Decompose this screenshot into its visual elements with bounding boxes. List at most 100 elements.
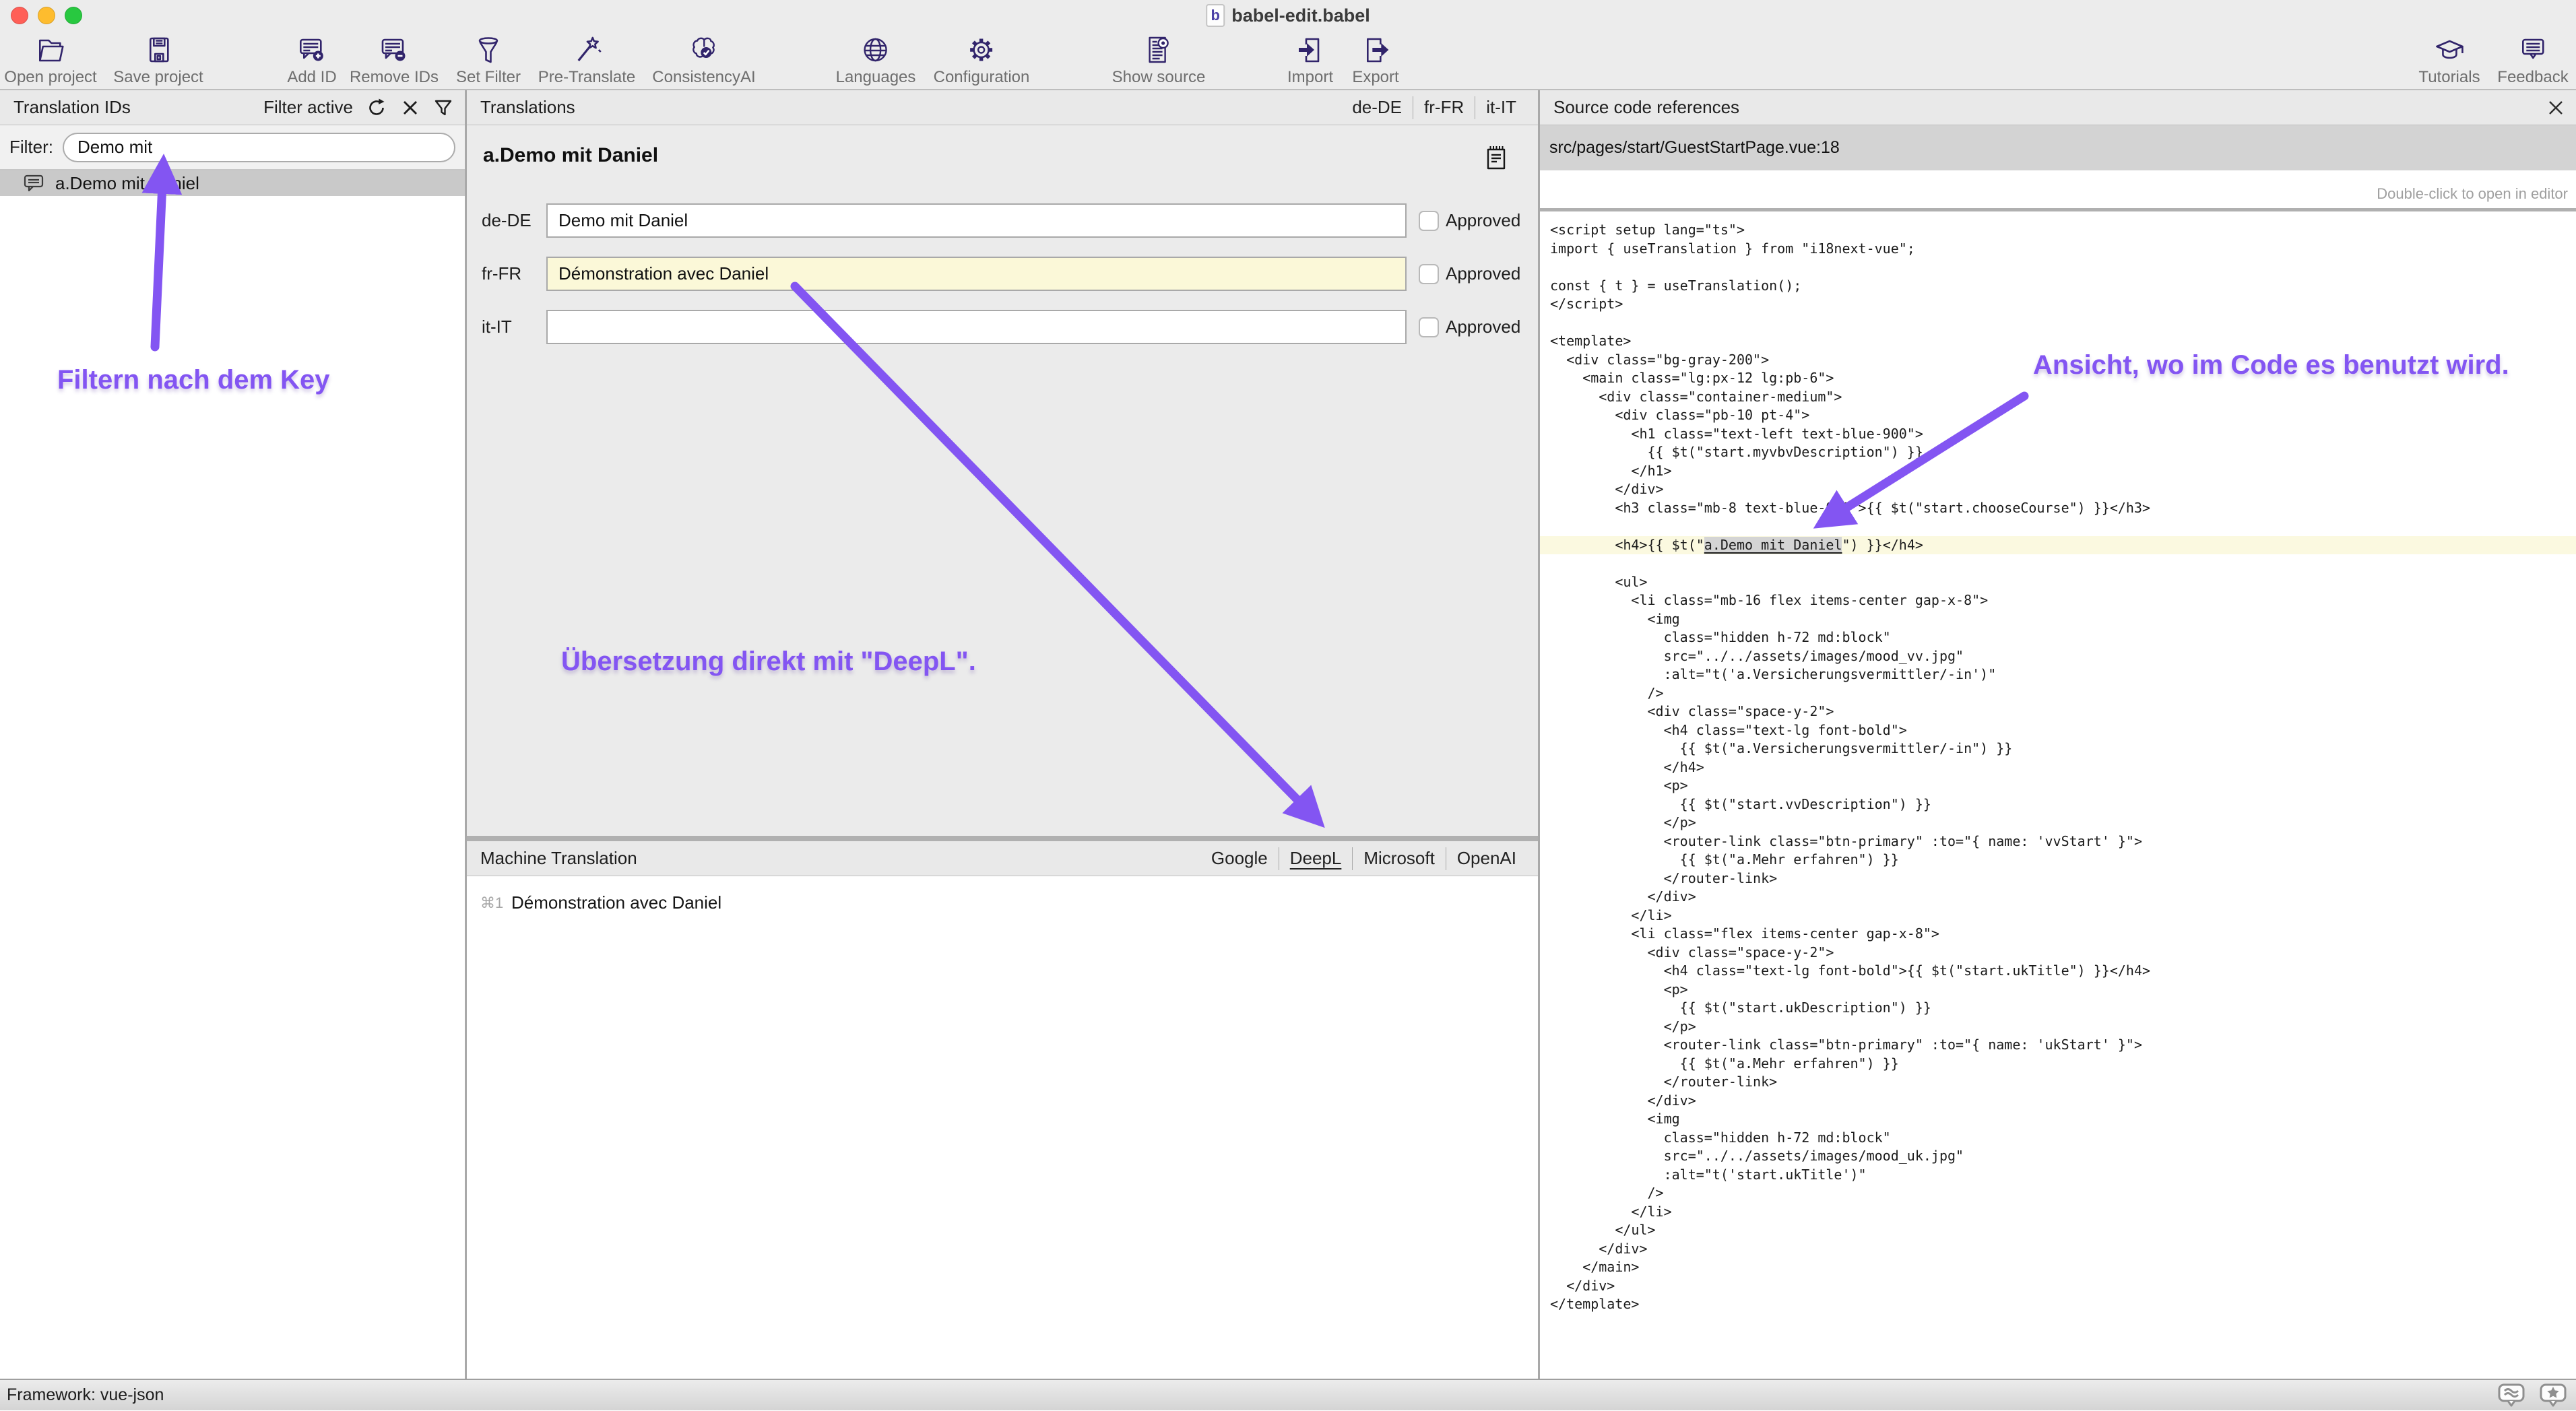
toolbar-show-source-button[interactable]: Show source — [1112, 34, 1206, 87]
message-bubble-icon — [23, 174, 44, 193]
approved-checkbox[interactable] — [1419, 264, 1439, 284]
toolbar: Open project Save project Add ID Remove IDs… — [0, 0, 2576, 90]
rate-star-icon[interactable] — [2540, 1383, 2567, 1411]
code-line: <ul> — [1540, 573, 2576, 592]
approved-checkbox[interactable] — [1419, 317, 1439, 337]
toolbar-save-project-button[interactable]: Save project — [113, 34, 203, 87]
toolbar-languages-button[interactable]: Languages — [836, 34, 916, 87]
show-source-icon — [1142, 34, 1175, 66]
pre-translate-icon — [571, 34, 603, 66]
toolbar-set-filter-button[interactable]: Set Filter — [456, 34, 521, 87]
source-references-panel: Source code references src/pages/start/G… — [1540, 90, 2576, 1379]
chat-wave-icon[interactable] — [2498, 1383, 2525, 1411]
translation-input-fr-fr[interactable] — [546, 257, 1407, 291]
filter-row: Filter: — [0, 125, 465, 170]
toolbar-label: Set Filter — [456, 68, 521, 87]
machine-translation-splitter[interactable] — [467, 836, 1538, 841]
approved-label: Approved — [1446, 263, 1520, 284]
filter-icon[interactable] — [432, 97, 454, 119]
toolbar-export-button[interactable]: Export — [1352, 34, 1398, 87]
language-tab-de-de[interactable]: de-DE — [1341, 97, 1413, 118]
set-filter-icon — [472, 34, 505, 66]
translation-ids-panel: Translation IDs Filter active Filt — [0, 90, 465, 1379]
translations-header: Translations de-DEfr-FRit-IT — [467, 90, 1538, 125]
toolbar-remove-ids-button[interactable]: Remove IDs — [350, 34, 439, 87]
source-reference-item[interactable]: src/pages/start/GuestStartPage.vue:18 — [1540, 125, 2576, 170]
save-icon — [142, 34, 174, 66]
language-label: de-DE — [482, 210, 546, 231]
toolbar-label: Pre-Translate — [538, 68, 636, 87]
notepad-icon[interactable] — [1485, 144, 1507, 174]
toolbar-label: Remove IDs — [350, 68, 439, 87]
toolbar-tutorials-button[interactable]: Tutorials — [2418, 34, 2480, 87]
provider-tab-openai[interactable]: OpenAI — [1446, 848, 1527, 869]
toolbar-feedback-button[interactable]: Feedback — [2497, 34, 2568, 87]
machine-translation-title: Machine Translation — [480, 848, 637, 869]
translation-rows: de-DEApprovedfr-FRApprovedit-ITApproved — [467, 203, 1538, 344]
code-line: <li class="mb-16 flex items-center gap-x… — [1540, 591, 2576, 610]
code-line: </h1> — [1540, 462, 2576, 481]
toolbar-label: Save project — [113, 68, 203, 87]
filter-input[interactable] — [63, 133, 455, 162]
code-line: </router-link> — [1540, 1073, 2576, 1092]
toolbar-label: Configuration — [934, 68, 1030, 87]
provider-tab-deepl[interactable]: DeepL — [1279, 848, 1353, 869]
filter-label: Filter: — [9, 137, 53, 158]
refresh-icon[interactable] — [365, 96, 388, 119]
toolbar-open-project-button[interactable]: Open project — [4, 34, 96, 87]
machine-translation-header: Machine Translation GoogleDeepLMicrosoft… — [467, 841, 1538, 876]
code-line: <img — [1540, 1110, 2576, 1129]
toolbar-add-id-button[interactable]: Add ID — [287, 34, 336, 87]
panel-splitter-left[interactable] — [465, 90, 467, 1379]
add-id-icon — [296, 34, 328, 66]
code-line: {{ $t("start.ukDescription") }} — [1540, 999, 2576, 1018]
folder-open-icon — [34, 34, 67, 66]
toolbar-consistencyai-button[interactable]: ConsistencyAI — [652, 34, 755, 87]
translation-row-it-it: it-ITApproved — [467, 310, 1538, 344]
toolbar-label: Import — [1287, 68, 1333, 87]
code-line: {{ $t("a.Versicherungsvermittler/-in") }… — [1540, 740, 2576, 758]
language-tab-it-it[interactable]: it-IT — [1475, 97, 1527, 118]
source-reference-text: src/pages/start/GuestStartPage.vue:18 — [1549, 138, 1840, 158]
language-label: it-IT — [482, 317, 546, 337]
close-icon[interactable] — [2546, 98, 2565, 117]
code-line: <h3 class="mb-8 text-blue-900">{{ $t("st… — [1540, 499, 2576, 518]
code-line: </li> — [1540, 1203, 2576, 1222]
highlighted-translation-key[interactable]: a.Demo mit Daniel — [1704, 537, 1842, 553]
code-line-highlighted: <h4>{{ $t("a.Demo mit Daniel") }}</h4> — [1540, 536, 2576, 555]
code-line: {{ $t("start.vvDescription") }} — [1540, 795, 2576, 814]
toolbar-import-button[interactable]: Import — [1287, 34, 1333, 87]
translation-row-de-de: de-DEApproved — [467, 203, 1538, 238]
panel-splitter-right[interactable] — [1538, 90, 1540, 1379]
provider-tab-google[interactable]: Google — [1200, 848, 1279, 869]
code-line — [1540, 517, 2576, 536]
translation-id-item[interactable]: a.Demo mit Daniel — [0, 170, 465, 196]
code-line: <div class="space-y-2"> — [1540, 944, 2576, 962]
approved-checkbox[interactable] — [1419, 211, 1439, 231]
translations-body: a.Demo mit Daniel de-DEApprovedfr-FRAppr… — [467, 125, 1538, 836]
shortcut-badge: ⌘1 — [480, 894, 511, 912]
code-line: :alt="t('start.ukTitle')" — [1540, 1166, 2576, 1185]
provider-tab-microsoft[interactable]: Microsoft — [1353, 848, 1445, 869]
code-line — [1540, 258, 2576, 277]
code-line: </div> — [1540, 1092, 2576, 1111]
clear-filter-icon[interactable] — [400, 98, 420, 118]
translation-input-de-de[interactable] — [546, 203, 1407, 238]
code-line: <img — [1540, 610, 2576, 629]
machine-translation-suggestion[interactable]: ⌘1 Démonstration avec Daniel — [467, 876, 1538, 913]
code-line: class="hidden h-72 md:block" — [1540, 628, 2576, 647]
translation-input-it-it[interactable] — [546, 310, 1407, 344]
code-line — [1540, 314, 2576, 333]
language-tab-fr-fr[interactable]: fr-FR — [1413, 97, 1475, 118]
code-line: </div> — [1540, 888, 2576, 907]
code-line: <h4 class="text-lg font-bold">{{ $t("sta… — [1540, 962, 2576, 981]
code-line: src="../../assets/images/mood_uk.jpg" — [1540, 1147, 2576, 1166]
code-line: <div class="pb-10 pt-4"> — [1540, 406, 2576, 425]
toolbar-pre-translate-button[interactable]: Pre-Translate — [538, 34, 636, 87]
code-line: <h4 class="text-lg font-bold"> — [1540, 721, 2576, 740]
code-line: <li class="flex items-center gap-x-8"> — [1540, 925, 2576, 944]
code-line: <router-link class="btn-primary" :to="{ … — [1540, 1036, 2576, 1055]
toolbar-label: Export — [1352, 68, 1398, 87]
editor-hint-row: Double-click to open in editor — [1540, 170, 2576, 208]
toolbar-configuration-button[interactable]: Configuration — [934, 34, 1030, 87]
